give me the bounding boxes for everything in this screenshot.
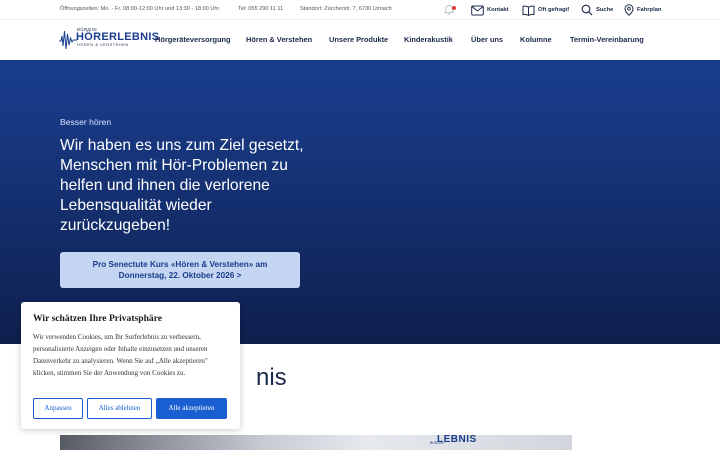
cookie-consent-dialog: Wir schätzen Ihre Privatsphäre Wir verwe…	[21, 302, 240, 429]
nav-kinderakustik[interactable]: Kinderakustik	[404, 35, 453, 44]
logo-brand: HÖRERLEBNIS	[76, 31, 160, 43]
search-button[interactable]: Suche	[581, 3, 613, 17]
cookie-customize-button[interactable]: Anpassen	[33, 398, 83, 419]
photo-sign-text: LEBNIS	[437, 434, 477, 445]
cookie-title: Wir schätzen Ihre Privatsphäre	[33, 313, 163, 324]
hero-kicker: Besser hören	[60, 117, 112, 127]
faq-link[interactable]: Oft gefragt!	[522, 3, 570, 17]
store-photo	[60, 435, 572, 450]
logo-tagline: HÖREN & VERSTEHEN	[77, 43, 129, 47]
phone-number[interactable]: Tel: 055 290 11 11	[238, 6, 283, 12]
hero-title: Wir haben es uns zum Ziel gesetzt, Mensc…	[60, 137, 304, 234]
location-pin-icon	[624, 4, 634, 16]
main-header: BÜRGIN HÖRERLEBNIS HÖREN & VERSTEHEN Hör…	[0, 20, 720, 60]
route-planner-link[interactable]: Fahrplan	[624, 3, 661, 17]
mail-icon	[471, 5, 484, 16]
nav-unsere-produkte[interactable]: Unsere Produkte	[329, 35, 388, 44]
nav-ueber-uns[interactable]: Über uns	[471, 35, 503, 44]
notification-dot	[452, 6, 456, 10]
top-info-bar: Öffnungszeiten: Mo. - Fr. 08:00-12:00 Uh…	[0, 0, 720, 20]
nav-hoergeraeteversorgung[interactable]: Hörgeräteversorgung	[155, 35, 231, 44]
nav-termin-vereinbarung[interactable]: Termin-Vereinbarung	[570, 35, 644, 44]
notifications-button[interactable]	[443, 3, 456, 17]
faq-label: Oft gefragt!	[538, 7, 570, 13]
section-heading-text: nis	[256, 364, 287, 391]
bell-icon	[443, 4, 456, 16]
contact-label: Kontakt	[487, 7, 509, 13]
opening-hours: Öffnungszeiten: Mo. - Fr. 08:00-12:00 Uh…	[60, 6, 220, 12]
nav-kolumne[interactable]: Kolumne	[520, 35, 552, 44]
course-button-line2: Donnerstag, 22. Oktober 2026 >	[118, 271, 242, 280]
cookie-reject-button[interactable]: Alles ablehnen	[87, 398, 152, 419]
search-label: Suche	[596, 7, 614, 13]
location-address: Standort: Zürcherstr. 7, 6730 Uznach	[300, 6, 392, 12]
route-label: Fahrplan	[637, 7, 662, 13]
cookie-accept-button[interactable]: Alle akzeptieren	[156, 398, 227, 419]
book-icon	[522, 5, 535, 16]
sound-wave-icon	[59, 30, 77, 50]
search-icon	[581, 4, 593, 16]
site-logo[interactable]: BÜRGIN HÖRERLEBNIS HÖREN & VERSTEHEN	[59, 26, 159, 54]
course-button-line1: Pro Senectute Kurs «Hören & Verstehen» a…	[92, 260, 268, 269]
nav-hoeren-verstehen[interactable]: Hören & Verstehen	[246, 35, 312, 44]
contact-link[interactable]: Kontakt	[471, 3, 509, 17]
course-announcement-button[interactable]: Pro Senectute Kurs «Hören & Verstehen» a…	[60, 252, 300, 288]
cookie-body: Wir verwenden Cookies, um Ihr Surferlebn…	[33, 333, 208, 377]
